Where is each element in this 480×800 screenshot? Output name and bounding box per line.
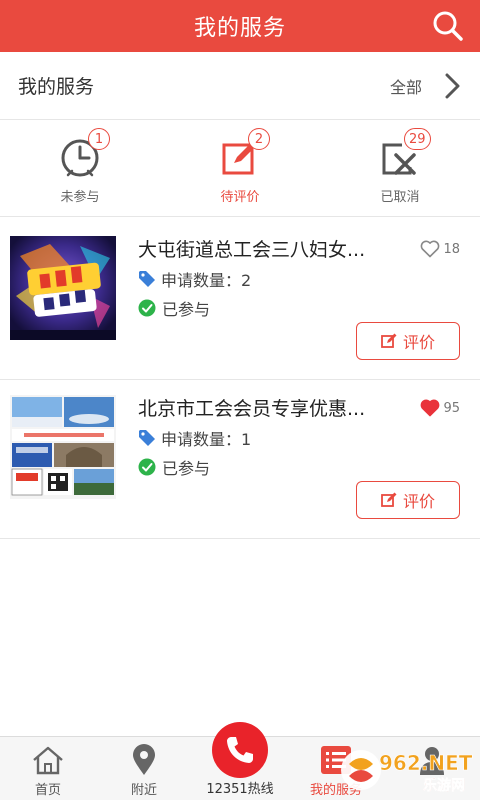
edit-icon xyxy=(381,492,397,507)
watermark-logo: 962.NET 乐游网 xyxy=(335,744,475,796)
hotline-button[interactable] xyxy=(212,722,268,778)
service-title: 大屯街道总工会三八妇女... xyxy=(138,239,366,261)
like-count: 18 xyxy=(443,241,460,257)
service-thumbnail xyxy=(10,395,116,499)
chevron-right-icon xyxy=(445,73,460,99)
heart-filled-icon xyxy=(421,399,440,417)
rate-button[interactable]: 评价 xyxy=(356,322,460,360)
heart-outline-icon xyxy=(421,240,440,258)
view-all-link[interactable]: 全部 xyxy=(390,52,460,120)
nav-hotline-label: 12351热线 xyxy=(206,782,274,797)
tab-cancelled-badge: 29 xyxy=(404,128,431,150)
apply-quantity-text: 申请数量：2 xyxy=(161,271,252,290)
phone-icon xyxy=(227,737,253,763)
status-tabs: 1 未参与 2 待评价 29 已取消 xyxy=(0,121,480,217)
location-pin-icon xyxy=(128,744,160,776)
app-header: 我的服务 xyxy=(0,0,480,52)
service-card[interactable]: 大屯街道总工会三八妇女... 18 申请数量：2 已参与 评价 xyxy=(0,222,480,380)
service-thumbnail xyxy=(10,236,116,340)
page-title: 我的服务 xyxy=(193,16,286,41)
apply-quantity: 申请数量：1 xyxy=(138,426,251,450)
tab-not-joined-label: 未参与 xyxy=(60,190,100,205)
tab-not-joined[interactable]: 1 未参与 xyxy=(0,121,160,217)
apply-quantity: 申请数量：2 xyxy=(138,267,251,291)
tab-cancelled-label: 已取消 xyxy=(380,190,420,205)
participation-status: 已参与 xyxy=(138,296,210,320)
rate-button-label: 评价 xyxy=(402,333,435,352)
rate-button-label: 评价 xyxy=(402,492,435,511)
tab-to-review-label: 待评价 xyxy=(220,190,260,205)
edit-icon xyxy=(381,333,397,348)
section-header: 我的服务 全部 xyxy=(0,52,480,120)
service-card[interactable]: 北京市工会会员专享优惠... 95 申请数量：1 已参与 评价 xyxy=(0,381,480,539)
like-count: 95 xyxy=(443,400,460,416)
view-all-label: 全部 xyxy=(389,78,422,97)
tab-to-review[interactable]: 2 待评价 xyxy=(160,121,320,217)
tab-cancelled[interactable]: 29 已取消 xyxy=(320,121,480,217)
participation-status-text: 已参与 xyxy=(162,459,211,478)
nav-nearby-label: 附近 xyxy=(130,783,157,798)
search-icon xyxy=(433,11,463,41)
check-circle-icon xyxy=(138,458,156,476)
home-icon xyxy=(32,744,64,776)
tab-to-review-badge: 2 xyxy=(248,128,270,150)
nav-home-label: 首页 xyxy=(34,783,61,798)
participation-status-text: 已参与 xyxy=(162,300,211,319)
watermark-text: 962.NET xyxy=(379,751,473,775)
apply-quantity-text: 申请数量：1 xyxy=(161,430,252,449)
tab-not-joined-badge: 1 xyxy=(88,128,110,150)
tag-icon xyxy=(139,430,155,446)
like-button[interactable]: 95 xyxy=(420,399,460,417)
nav-nearby[interactable]: 附近 xyxy=(96,737,192,800)
search-button[interactable] xyxy=(430,8,466,44)
service-title: 北京市工会会员专享优惠... xyxy=(138,398,366,420)
participation-status: 已参与 xyxy=(138,455,210,479)
tag-icon xyxy=(139,271,155,287)
nav-home[interactable]: 首页 xyxy=(0,737,96,800)
watermark-subtext: 乐游网 xyxy=(423,777,465,794)
rate-button[interactable]: 评价 xyxy=(356,481,460,519)
check-circle-icon xyxy=(138,299,156,317)
like-button[interactable]: 18 xyxy=(420,240,460,258)
section-title: 我的服务 xyxy=(18,76,95,98)
